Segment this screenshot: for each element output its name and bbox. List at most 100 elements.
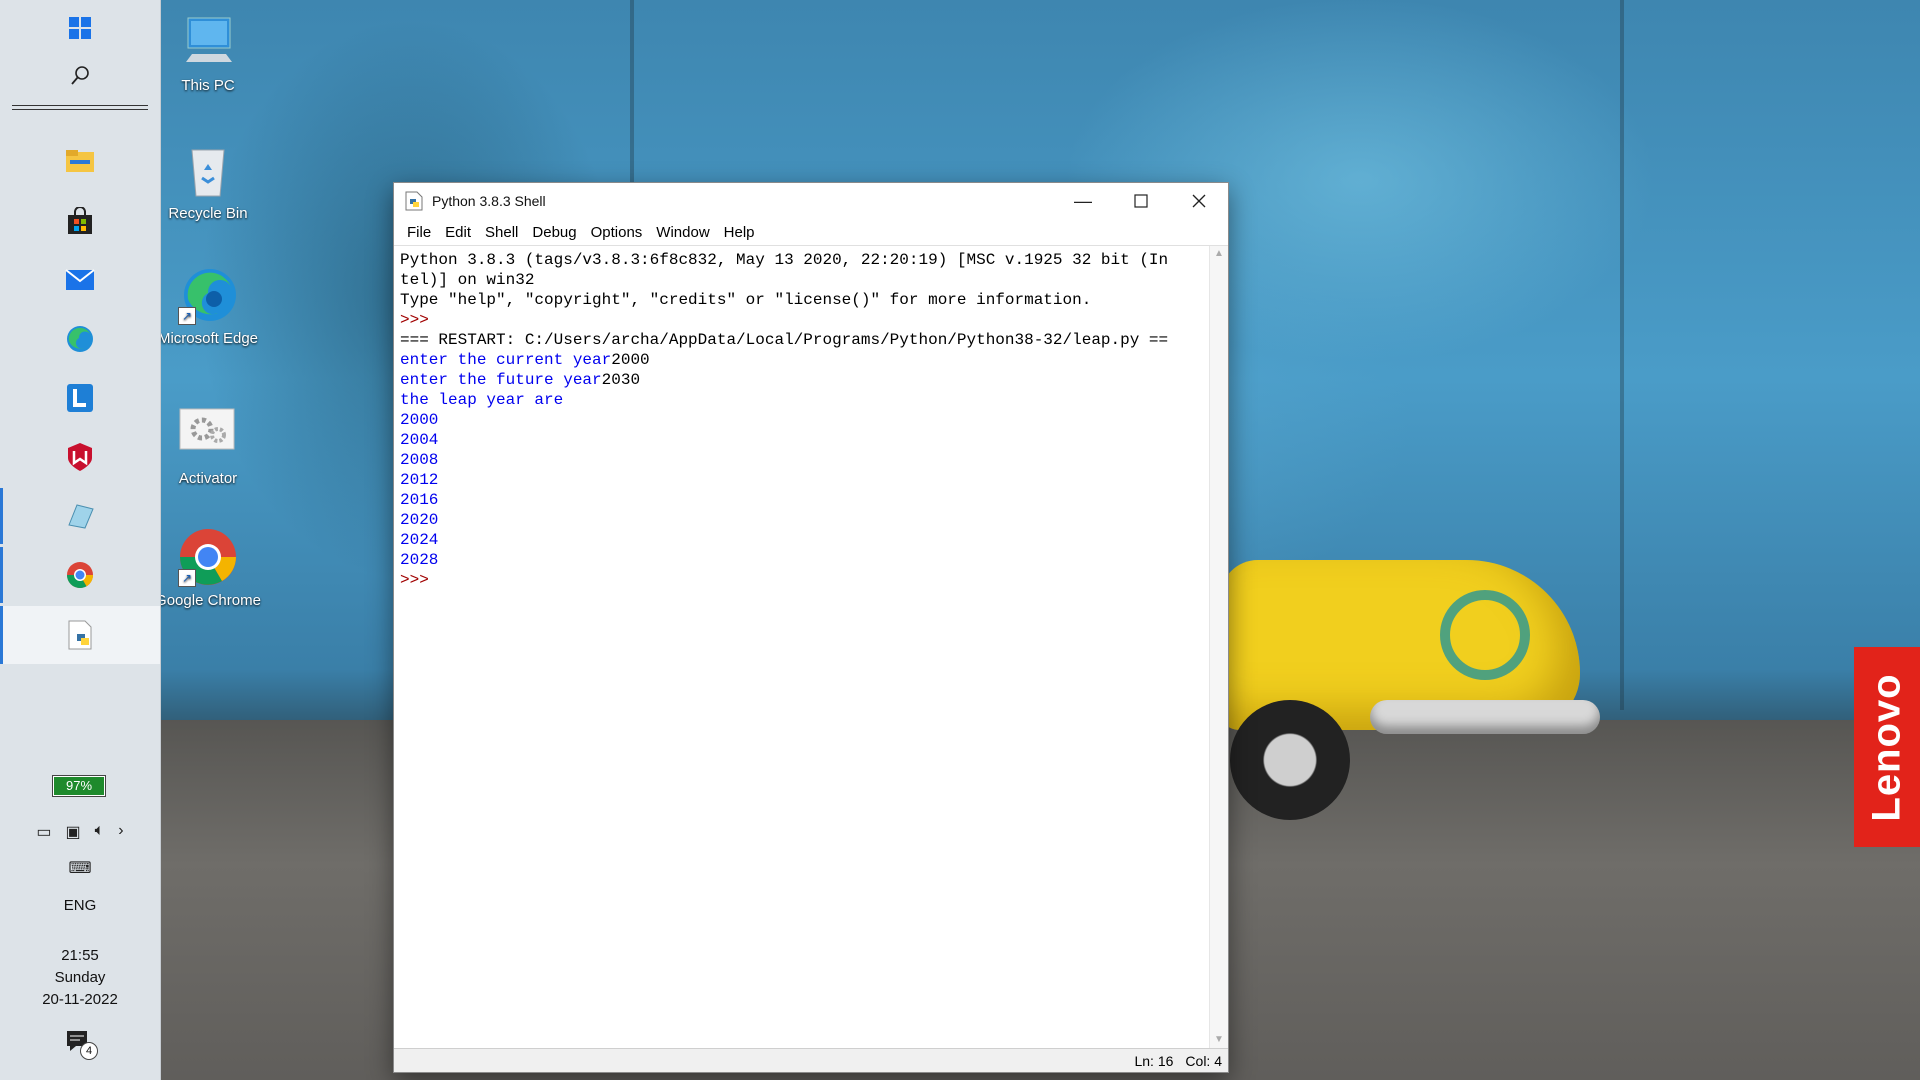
taskbar-chrome[interactable] (0, 547, 160, 603)
scroll-down-icon[interactable]: ▼ (1210, 1032, 1228, 1048)
taskbar-idle-editor[interactable] (0, 488, 160, 544)
maximize-icon (1134, 194, 1148, 208)
close-button[interactable] (1170, 183, 1228, 219)
shell-line: 2008 (400, 451, 439, 469)
user-input: 2030 (601, 371, 641, 389)
shell-line: >>> (400, 571, 439, 589)
keyboard-icon[interactable]: ⌨ (68, 858, 91, 878)
taskbar-store[interactable] (0, 193, 160, 249)
menu-shell[interactable]: Shell (478, 224, 525, 241)
menu-file[interactable]: File (400, 224, 438, 241)
battery-saver-icon[interactable]: ▭ (36, 822, 51, 842)
search-icon (65, 61, 95, 91)
shell-line: 2024 (400, 531, 439, 549)
shell-line: 2028 (400, 551, 439, 569)
taskbar-divider (12, 105, 148, 110)
edge-icon (65, 324, 95, 354)
wall-seam (1620, 0, 1624, 710)
shell-line: === RESTART: C:/Users/archa/AppData/Loca… (400, 331, 1169, 349)
window-titlebar[interactable]: Python 3.8.3 Shell — (394, 183, 1228, 219)
shell-line: enter the future year2030 (400, 370, 1204, 390)
clock[interactable]: 21:55 Sunday 20-11-2022 (0, 945, 160, 1011)
taskbar: 97% ▭ ▣ 🔈︎ › ⌨ ENG 21:55 Sunday 20-11-20… (0, 0, 161, 1080)
notification-count-badge: 4 (80, 1042, 98, 1060)
shell-output[interactable]: Python 3.8.3 (tags/v3.8.3:6f8c832, May 1… (400, 250, 1204, 1048)
menu-help[interactable]: Help (717, 224, 762, 241)
desktop-icon-edge[interactable]: ↗ Microsoft Edge (153, 265, 263, 348)
mcafee-shield-icon (65, 442, 95, 472)
shell-line: >>> (400, 311, 439, 329)
close-icon (1192, 194, 1206, 208)
taskbar-mail[interactable] (0, 252, 160, 308)
running-indicator (0, 547, 3, 603)
volume-icon[interactable]: 🔈︎ (95, 822, 105, 842)
user-input: 2000 (611, 351, 650, 369)
desktop-icon-recycle-bin[interactable]: Recycle Bin (153, 140, 263, 223)
store-bag-icon (65, 206, 95, 236)
menu-debug[interactable]: Debug (525, 224, 583, 241)
menu-edit[interactable]: Edit (438, 224, 478, 241)
search-button[interactable] (0, 48, 160, 104)
desktop-icon-label: Google Chrome (155, 592, 261, 609)
shell-text-area[interactable]: Python 3.8.3 (tags/v3.8.3:6f8c832, May 1… (394, 245, 1228, 1048)
status-line: Ln: 16 (1134, 1052, 1174, 1069)
desktop-icon-label: Microsoft Edge (157, 330, 259, 347)
shell-line: the leap year are (400, 391, 564, 409)
desktop-icon-activator[interactable]: Activator (153, 405, 263, 488)
meet-now-icon[interactable]: ▣ (66, 822, 81, 842)
menu-options[interactable]: Options (584, 224, 650, 241)
desktop-icon-label: This PC (181, 77, 235, 94)
lenovo-logo: Lenovo (1854, 647, 1920, 847)
running-indicator (0, 488, 3, 544)
clock-date: 20-11-2022 (42, 991, 118, 1008)
battery-indicator[interactable]: 97% (52, 775, 106, 797)
menu-bar: File Edit Shell Debug Options Window Hel… (394, 219, 1228, 245)
notebook-icon (65, 501, 95, 531)
gears-icon (178, 405, 238, 465)
mail-icon (65, 265, 95, 295)
desktop-icon-chrome[interactable]: ↗ Google Chrome (153, 527, 263, 610)
chrome-icon: ↗ (178, 527, 238, 587)
shell-line: Type "help", "copyright", "credits" or "… (400, 291, 1092, 309)
vertical-scrollbar[interactable]: ▲ ▼ (1209, 246, 1228, 1048)
shell-line: enter the current year2000 (400, 350, 1204, 370)
shell-line: 2012 (400, 471, 439, 489)
taskbar-mcafee[interactable] (0, 429, 160, 485)
taskbar-file-explorer[interactable] (0, 133, 160, 189)
clock-time: 21:55 (61, 947, 99, 964)
input-prompt: enter the current year (400, 351, 612, 369)
recycle-bin-icon (178, 140, 238, 200)
minimize-icon: — (1074, 190, 1092, 211)
shell-line: 2004 (400, 431, 439, 449)
notification-center-button[interactable]: 4 (66, 1030, 98, 1060)
status-bar: Ln: 16 Col: 4 (394, 1048, 1228, 1072)
scroll-up-icon[interactable]: ▲ (1210, 246, 1228, 262)
touch-keyboard-row: ⌨ (0, 858, 160, 878)
taskbar-edge[interactable] (0, 311, 160, 367)
taskbar-l-app[interactable] (0, 370, 160, 426)
taskbar-python-shell[interactable] (0, 606, 160, 664)
l-app-icon (65, 383, 95, 413)
desktop-icon-this-pc[interactable]: This PC (153, 12, 263, 95)
shell-line: Python 3.8.3 (tags/v3.8.3:6f8c832, May 1… (400, 251, 1169, 269)
input-prompt: enter the future year (400, 371, 602, 389)
maximize-button[interactable] (1112, 183, 1170, 219)
desktop-icon-label: Recycle Bin (168, 205, 248, 222)
python-shell-icon (404, 191, 424, 211)
menu-window[interactable]: Window (649, 224, 716, 241)
minimize-button[interactable]: — (1054, 183, 1112, 219)
shell-line: tel)] on win32 (400, 271, 535, 289)
python-file-icon (65, 620, 95, 650)
chevron-right-icon[interactable]: › (118, 822, 123, 842)
window-title: Python 3.8.3 Shell (432, 193, 546, 209)
status-column: Col: 4 (1185, 1052, 1222, 1069)
shell-line: 2016 (400, 491, 439, 509)
running-indicator (0, 606, 3, 664)
language-indicator[interactable]: ENG (0, 897, 160, 914)
system-tray: ▭ ▣ 🔈︎ › (0, 822, 160, 842)
clock-day: Sunday (54, 969, 106, 986)
shell-line: 2020 (400, 511, 439, 529)
shell-line: 2000 (400, 411, 439, 429)
wallpaper-car (1220, 530, 1620, 820)
windows-icon (65, 13, 95, 43)
